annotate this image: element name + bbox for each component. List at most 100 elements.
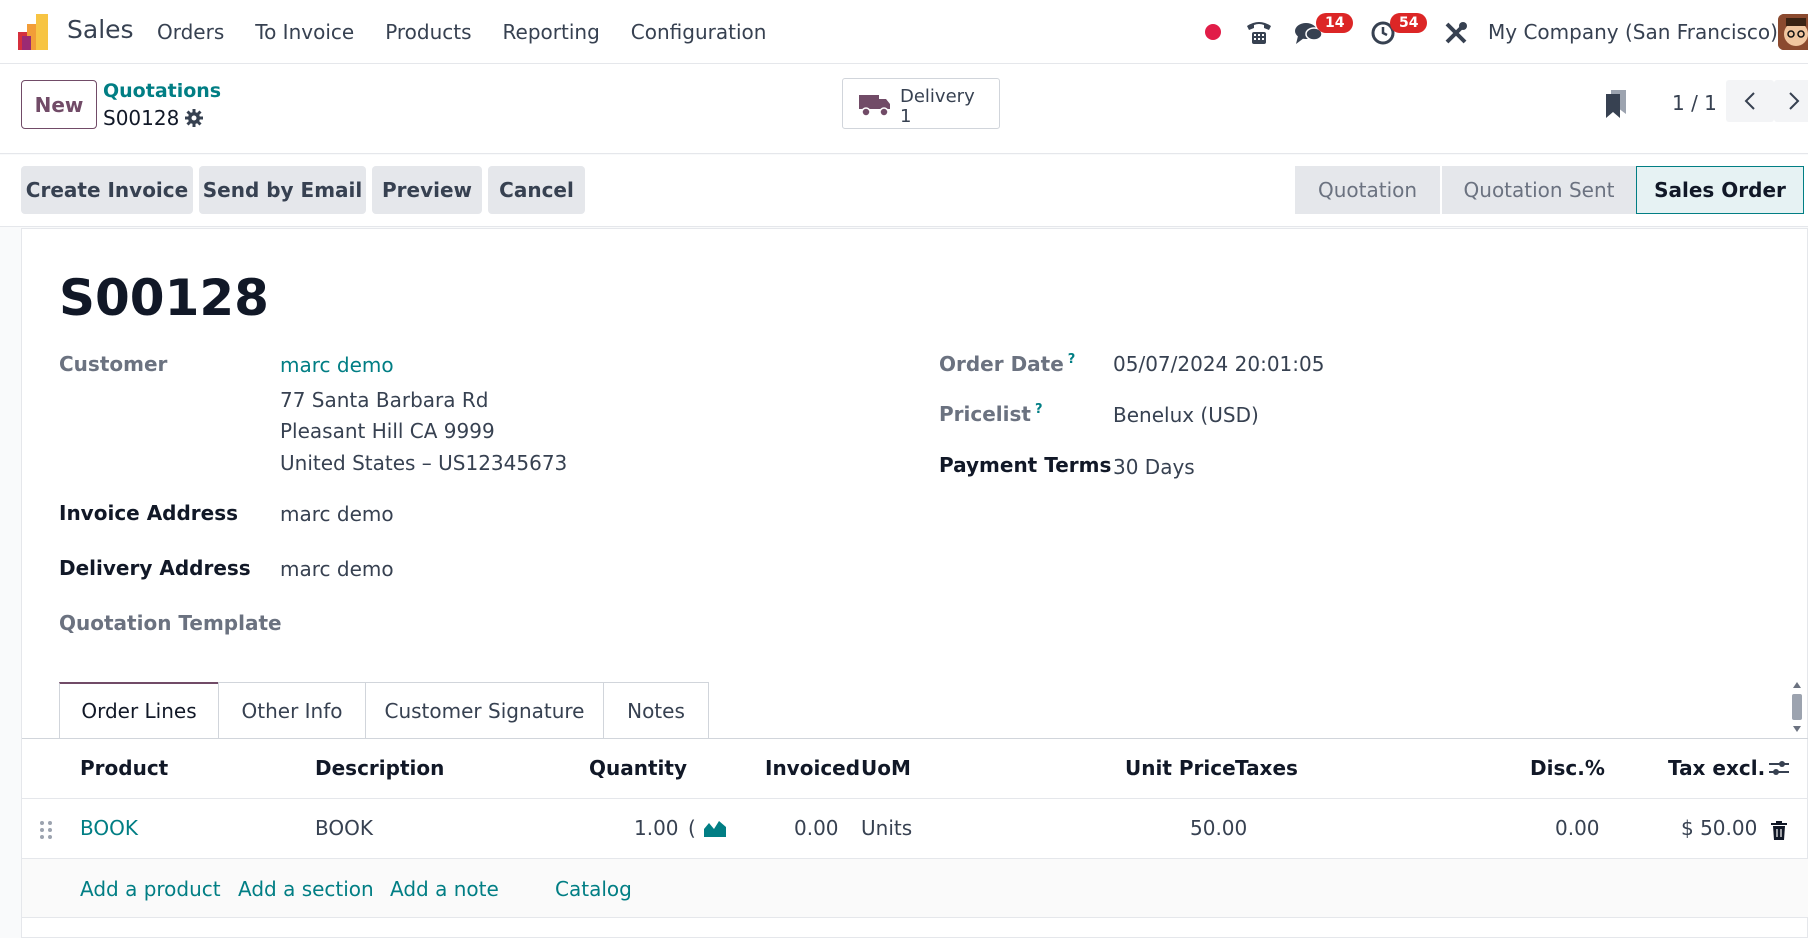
pricelist-label: Pricelist? bbox=[939, 402, 1043, 426]
scroll-down-arrow-icon[interactable] bbox=[1793, 726, 1801, 732]
optional-columns-icon[interactable] bbox=[1768, 758, 1790, 778]
control-panel: New Quotations S00128 Delivery 1 1 / 1 bbox=[0, 64, 1808, 154]
delivery-count: 1 bbox=[900, 106, 912, 127]
recording-dot-icon[interactable] bbox=[1205, 24, 1221, 40]
record-title: S00128 bbox=[59, 269, 269, 327]
customer-address-line1: 77 Santa Barbara Rd bbox=[280, 388, 489, 412]
column-tax-excl[interactable]: Tax excl. bbox=[1668, 756, 1765, 780]
pricelist-label-text: Pricelist bbox=[939, 402, 1031, 426]
invoice-address-label: Invoice Address bbox=[59, 501, 239, 525]
tab-other-info[interactable]: Other Info bbox=[218, 682, 366, 738]
breadcrumb-current: S00128 bbox=[103, 106, 180, 130]
app-name[interactable]: Sales bbox=[67, 15, 134, 44]
menu-orders[interactable]: Orders bbox=[157, 20, 224, 44]
row-uom[interactable]: Units bbox=[861, 816, 912, 840]
column-taxes[interactable]: Taxes bbox=[1235, 756, 1298, 780]
invoice-address-field[interactable]: marc demo bbox=[280, 502, 394, 526]
customer-link[interactable]: marc demo bbox=[280, 353, 394, 377]
help-icon[interactable]: ? bbox=[1035, 402, 1043, 417]
row-subtotal: $ 50.00 bbox=[1681, 816, 1758, 840]
add-line-row: Add a product Add a section Add a note C… bbox=[22, 859, 1808, 918]
column-description[interactable]: Description bbox=[315, 756, 444, 780]
column-quantity[interactable]: Quantity bbox=[589, 756, 687, 780]
delivery-smart-button[interactable]: Delivery 1 bbox=[842, 78, 1000, 129]
menu-to-invoice[interactable]: To Invoice bbox=[255, 20, 354, 44]
delivery-address-label: Delivery Address bbox=[59, 556, 251, 580]
column-discount[interactable]: Disc.% bbox=[1530, 756, 1605, 780]
preview-button[interactable]: Preview bbox=[372, 166, 482, 214]
column-invoiced[interactable]: Invoiced bbox=[765, 756, 860, 780]
row-invoiced: 0.00 bbox=[794, 816, 839, 840]
catalog-link[interactable]: Catalog bbox=[555, 877, 632, 901]
row-product[interactable]: BOOK bbox=[80, 816, 138, 840]
gear-icon[interactable] bbox=[184, 108, 204, 128]
scroll-up-arrow-icon[interactable] bbox=[1793, 682, 1801, 688]
table-row[interactable]: BOOK BOOK 1.00 ( 0.00 Units 50.00 0.00 $… bbox=[22, 799, 1808, 859]
drag-handle-icon[interactable] bbox=[39, 820, 53, 840]
truck-icon bbox=[859, 95, 890, 117]
row-description[interactable]: BOOK bbox=[315, 816, 373, 840]
delivery-address-field[interactable]: marc demo bbox=[280, 557, 394, 581]
stage-sales-order[interactable]: Sales Order bbox=[1636, 166, 1804, 214]
order-date-label-text: Order Date bbox=[939, 352, 1064, 376]
sales-app-logo-icon[interactable] bbox=[18, 14, 54, 50]
order-date-label: Order Date? bbox=[939, 352, 1075, 376]
customer-address-line3: United States – US12345673 bbox=[280, 451, 568, 475]
row-quantity[interactable]: 1.00 bbox=[634, 816, 679, 840]
messages-count-badge: 14 bbox=[1316, 13, 1354, 33]
activities-count-badge: 54 bbox=[1390, 13, 1428, 33]
pager-next-button[interactable] bbox=[1774, 80, 1808, 122]
action-bar: Create Invoice Send by Email Preview Can… bbox=[0, 155, 1808, 227]
order-lines-header: Product Description Quantity Invoiced Uo… bbox=[22, 739, 1808, 799]
main-menu: Orders To Invoice Products Reporting Con… bbox=[157, 20, 797, 44]
payment-terms-field[interactable]: 30 Days bbox=[1113, 455, 1195, 479]
new-button[interactable]: New bbox=[21, 80, 97, 129]
customer-label: Customer bbox=[59, 352, 168, 376]
breadcrumb-quotations[interactable]: Quotations bbox=[103, 80, 221, 102]
chevron-left-icon bbox=[1744, 92, 1755, 110]
status-bar: Quotation Quotation Sent Sales Order bbox=[1295, 166, 1804, 214]
form-sheet: S00128 Customer marc demo 77 Santa Barba… bbox=[21, 228, 1808, 938]
column-unit-price[interactable]: Unit Price bbox=[1125, 756, 1236, 780]
bookmark-icon[interactable] bbox=[1606, 90, 1628, 118]
trash-icon[interactable] bbox=[1771, 821, 1787, 840]
stage-quotation-sent[interactable]: Quotation Sent bbox=[1440, 166, 1636, 214]
pager-value[interactable]: 1 / 1 bbox=[1672, 91, 1717, 115]
tools-icon[interactable] bbox=[1443, 20, 1469, 46]
stage-quotation[interactable]: Quotation bbox=[1295, 166, 1440, 214]
row-discount[interactable]: 0.00 bbox=[1555, 816, 1600, 840]
tab-order-lines[interactable]: Order Lines bbox=[59, 682, 219, 738]
row-quantity-suffix: ( bbox=[688, 816, 696, 840]
order-date-field[interactable]: 05/07/2024 20:01:05 bbox=[1113, 352, 1324, 376]
send-by-email-button[interactable]: Send by Email bbox=[199, 166, 366, 214]
menu-products[interactable]: Products bbox=[385, 20, 471, 44]
pager-previous-button[interactable] bbox=[1726, 80, 1774, 122]
column-product[interactable]: Product bbox=[80, 756, 168, 780]
help-icon[interactable]: ? bbox=[1068, 352, 1076, 367]
create-invoice-button[interactable]: Create Invoice bbox=[21, 166, 193, 214]
row-unit-price[interactable]: 50.00 bbox=[1190, 816, 1247, 840]
add-note-link[interactable]: Add a note bbox=[390, 877, 499, 901]
add-section-link[interactable]: Add a section bbox=[238, 877, 374, 901]
menu-configuration[interactable]: Configuration bbox=[631, 20, 767, 44]
cancel-button[interactable]: Cancel bbox=[488, 166, 585, 214]
pricelist-field[interactable]: Benelux (USD) bbox=[1113, 403, 1259, 427]
forecast-chart-icon[interactable] bbox=[704, 819, 726, 837]
company-switcher[interactable]: My Company (San Francisco) bbox=[1488, 20, 1778, 44]
tab-customer-signature[interactable]: Customer Signature bbox=[365, 682, 604, 738]
payment-terms-label: Payment Terms bbox=[939, 453, 1112, 477]
user-face-icon bbox=[1778, 14, 1808, 50]
top-navbar: Sales Orders To Invoice Products Reporti… bbox=[0, 0, 1808, 64]
tab-notes[interactable]: Notes bbox=[603, 682, 709, 738]
scrollbar[interactable] bbox=[1790, 682, 1804, 734]
add-product-link[interactable]: Add a product bbox=[80, 877, 221, 901]
customer-address-line2: Pleasant Hill CA 9999 bbox=[280, 419, 495, 443]
phone-icon[interactable] bbox=[1245, 20, 1273, 46]
column-uom[interactable]: UoM bbox=[861, 756, 911, 780]
quotation-template-label: Quotation Template bbox=[59, 611, 282, 635]
scrollbar-thumb[interactable] bbox=[1792, 694, 1802, 720]
menu-reporting[interactable]: Reporting bbox=[503, 20, 600, 44]
user-avatar[interactable] bbox=[1778, 14, 1808, 50]
notebook-tabs: Order Lines Other Info Customer Signatur… bbox=[59, 682, 709, 738]
delivery-label: Delivery bbox=[900, 86, 975, 107]
